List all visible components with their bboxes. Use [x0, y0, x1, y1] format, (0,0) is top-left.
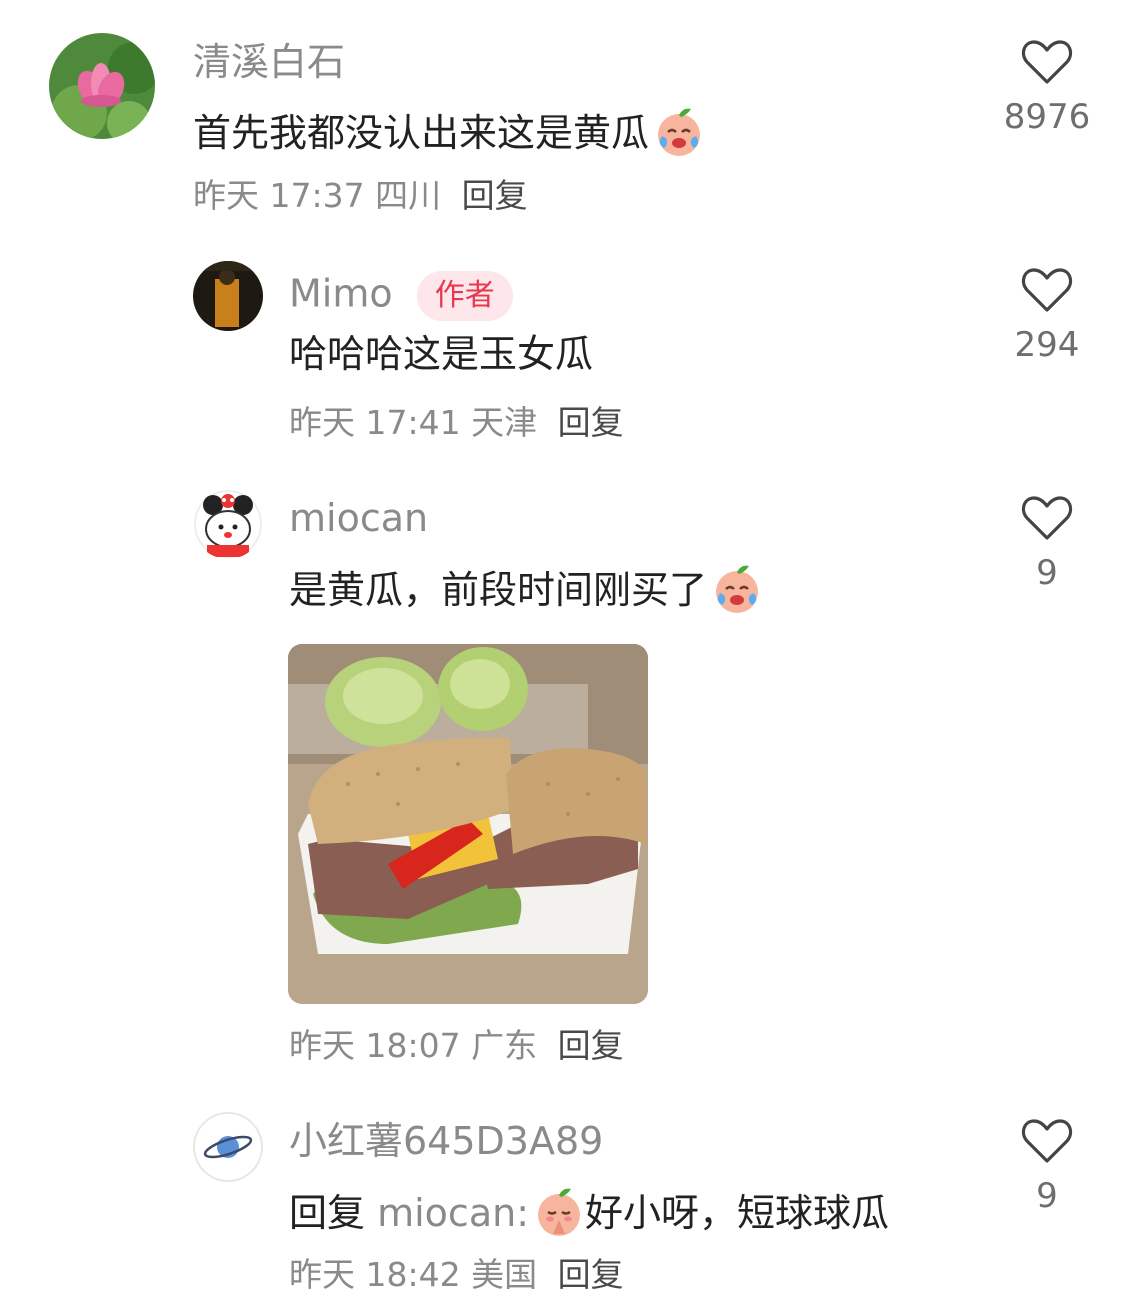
comment-text: 哈哈哈这是玉女瓜 — [289, 332, 594, 376]
planet-icon — [193, 1112, 263, 1182]
cartoon-bear-avatar-icon — [193, 489, 263, 559]
heart-icon — [1021, 496, 1073, 540]
reply-prefix: 回复 — [289, 1191, 366, 1235]
reply-button[interactable]: 回复 — [558, 1255, 624, 1294]
avatar[interactable] — [193, 489, 263, 559]
heart-icon — [1021, 40, 1073, 84]
comment-location: 天津 — [471, 403, 538, 442]
comment-meta: 昨天 17:41 天津 回复 — [289, 406, 624, 439]
comment-body: 好小呀，短球球瓜 — [585, 1191, 890, 1235]
comment-location: 美国 — [471, 1255, 538, 1294]
dark-photo-avatar-icon — [193, 261, 263, 331]
like-count: 9 — [1036, 1176, 1058, 1216]
comment-username[interactable]: Mimo 作者 — [289, 271, 513, 321]
comment-meta: 昨天 17:37 四川 回复 — [193, 179, 528, 212]
heart-icon — [1021, 268, 1073, 312]
lotus-flower-icon — [49, 33, 155, 139]
comment-text: 回复 miocan: 好小呀，短球球瓜 — [289, 1186, 889, 1244]
like-count: 8976 — [1003, 97, 1091, 137]
comment-username[interactable]: 清溪白石 — [193, 43, 345, 81]
crying-laugh-peach-emoji-icon — [711, 563, 763, 621]
comment-time: 昨天 18:42 — [289, 1255, 461, 1294]
reply-button[interactable]: 回复 — [558, 1026, 624, 1065]
like-button[interactable]: 8976 — [987, 38, 1107, 134]
comment-meta: 昨天 18:07 广东 回复 — [289, 1029, 624, 1062]
comment-username[interactable]: 小红薯645D3A89 — [289, 1122, 603, 1160]
comment-meta: 昨天 18:42 美国 回复 — [289, 1258, 624, 1291]
author-badge: 作者 — [416, 271, 513, 321]
reply-button[interactable]: 回复 — [462, 176, 528, 215]
sandwich-photo-icon — [288, 644, 648, 1004]
crying-laugh-peach-emoji-icon — [653, 106, 705, 164]
username-text: Mimo — [289, 271, 393, 316]
avatar[interactable] — [193, 261, 263, 331]
comment-text: 是黄瓜，前段时间刚买了 — [289, 563, 763, 621]
like-count: 294 — [1014, 325, 1080, 365]
reply-button[interactable]: 回复 — [558, 403, 624, 442]
like-button[interactable]: 9 — [987, 494, 1107, 590]
comment-time: 昨天 18:07 — [289, 1026, 461, 1065]
comment-body: 首先我都没认出来这是黄瓜 — [193, 111, 650, 155]
like-button[interactable]: 9 — [987, 1117, 1107, 1213]
comment-body: 是黄瓜，前段时间刚买了 — [289, 568, 708, 612]
mention-link[interactable]: miocan: — [377, 1191, 529, 1235]
comment-location: 四川 — [375, 176, 442, 215]
comment-time: 昨天 17:37 — [193, 176, 365, 215]
avatar[interactable] — [49, 33, 155, 139]
comment-image[interactable] — [288, 644, 648, 1004]
heart-icon — [1021, 1119, 1073, 1163]
comment-location: 广东 — [471, 1026, 538, 1065]
avatar[interactable] — [193, 1112, 263, 1182]
comment-text: 首先我都没认出来这是黄瓜 — [193, 106, 705, 164]
comment-time: 昨天 17:41 — [289, 403, 461, 442]
like-button[interactable]: 294 — [987, 266, 1107, 362]
comment-username[interactable]: miocan — [289, 499, 428, 537]
like-count: 9 — [1036, 553, 1058, 593]
praying-peach-emoji-icon — [533, 1186, 585, 1244]
